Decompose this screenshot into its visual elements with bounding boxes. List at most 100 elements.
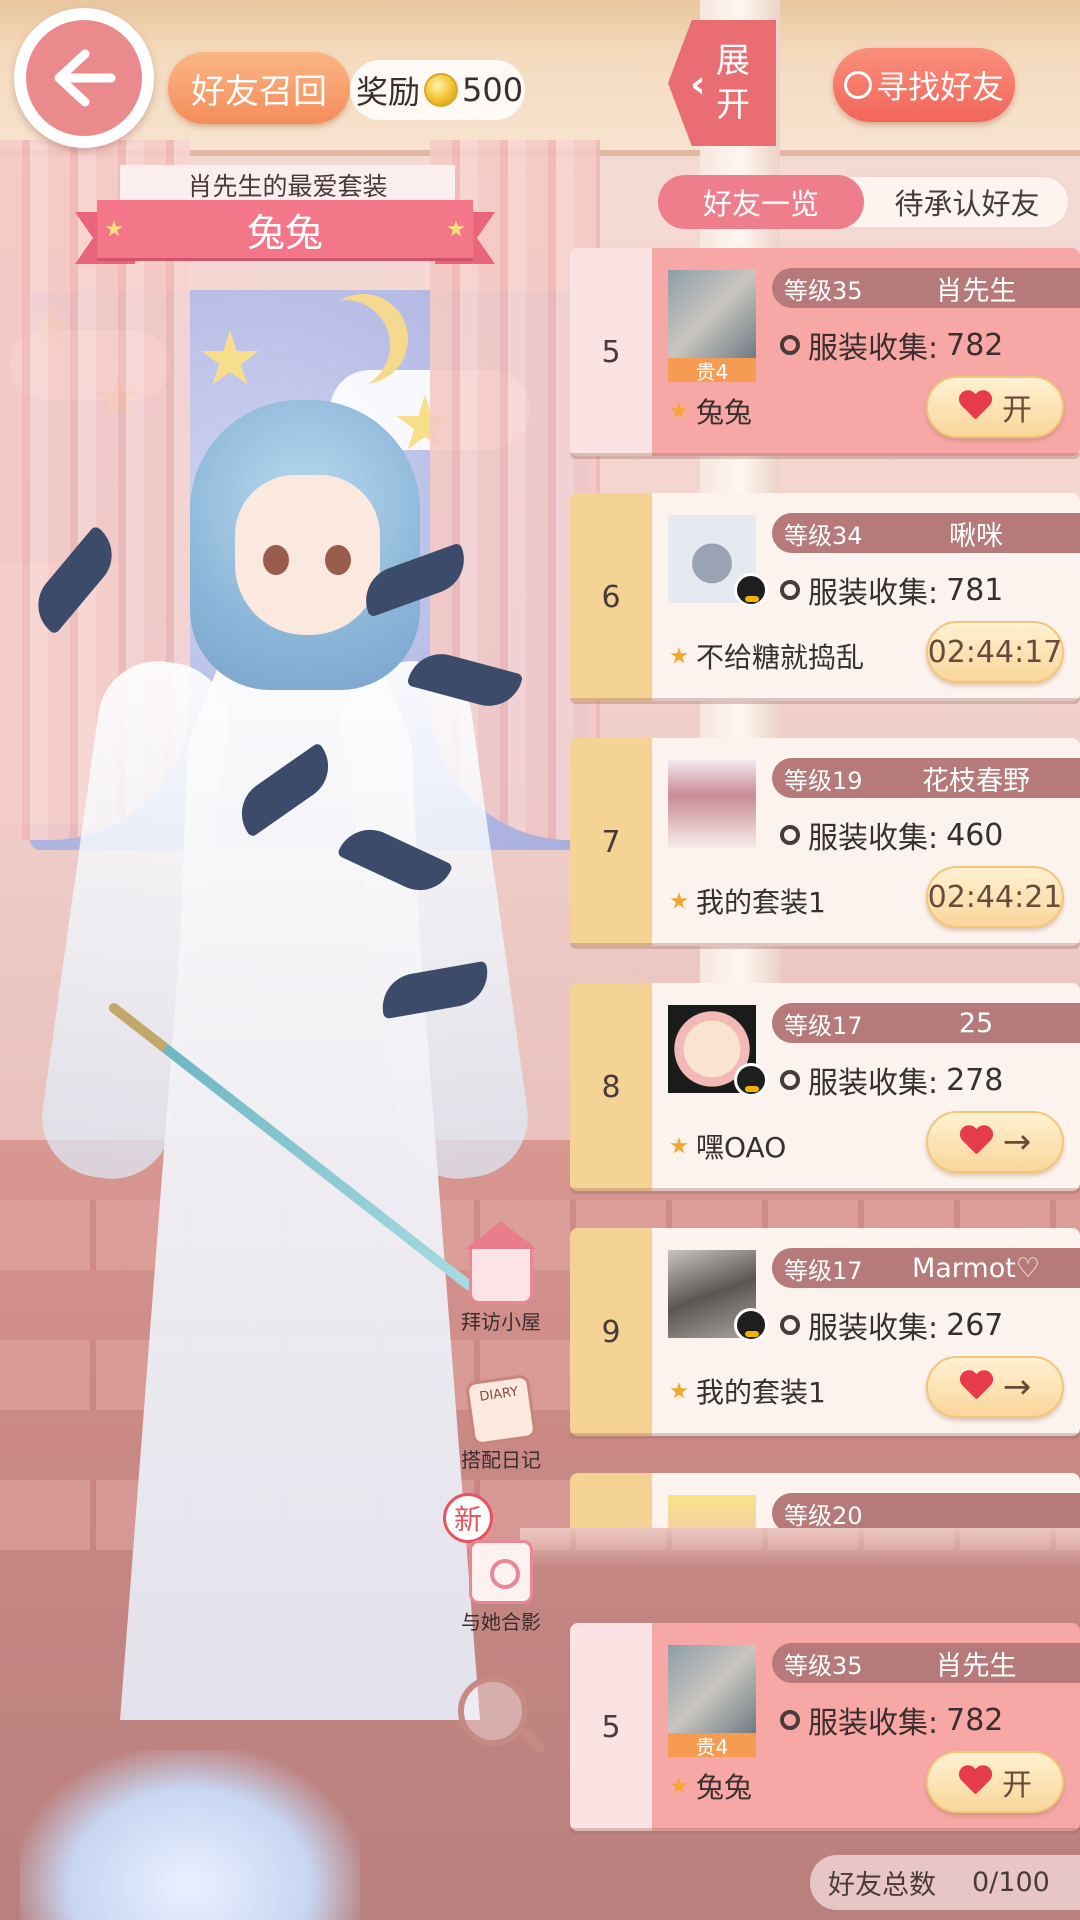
cooldown-timer-button[interactable]: 02:44:21	[926, 866, 1064, 928]
diary-button[interactable]: DIARY 搭配日记	[446, 1373, 556, 1473]
collection-count: 782	[946, 1702, 1004, 1738]
friend-rank: 9	[570, 1228, 652, 1436]
search-icon	[843, 71, 872, 99]
friend-level-bar: 等级19 花枝春野	[772, 758, 1080, 798]
friend-level-bar: 等级35 肖先生	[772, 268, 1080, 308]
cooldown-timer-button[interactable]: 02:44:17	[926, 621, 1064, 683]
suit-row: 我的套装1	[670, 1371, 826, 1411]
friend-total-value: 0/100	[972, 1867, 1050, 1898]
moon-decoration	[300, 300, 390, 390]
hanger-icon	[780, 825, 800, 845]
back-arrow-icon	[26, 20, 142, 136]
friend-card[interactable]: 9 等级17 Marmot♡ 服装收集: 267 我的套装1 →	[570, 1228, 1080, 1439]
card-shadow	[570, 453, 1080, 459]
friend-tabs: 好友一览 待承认好友	[658, 175, 1070, 229]
tab-friend-list[interactable]: 好友一览	[658, 175, 864, 229]
friend-rank: 8	[570, 983, 652, 1191]
friend-total-bar: 好友总数 0/100	[810, 1855, 1080, 1910]
suit-row: 嘿OAO	[670, 1126, 786, 1166]
friend-card[interactable]: 5 贵4 等级35 肖先生 服装收集: 782 兔兔 开	[570, 248, 1080, 459]
friend-card[interactable]: 等级20	[570, 1473, 1080, 1528]
hanger-icon	[780, 1070, 800, 1090]
suit-name: 兔兔	[696, 1771, 753, 1804]
collection-row: 服装收集: 781	[780, 568, 1003, 612]
magpie	[24, 525, 126, 635]
self-card[interactable]: 5 贵4 等级35 肖先生 服装收集: 782 兔兔 开	[570, 1623, 1080, 1834]
collection-row: 服装收集: 278	[780, 1058, 1003, 1102]
collection-label: 服装收集:	[808, 1311, 939, 1346]
suit-name: 兔兔	[696, 396, 753, 429]
friend-card[interactable]: 8 等级17 25 服装收集: 278 嘿OAO →	[570, 983, 1080, 1194]
vip-badge: 贵4	[668, 1733, 756, 1759]
friend-level-bar: 等级17 25	[772, 1003, 1080, 1043]
list-fade	[520, 1528, 1080, 1568]
friend-avatar[interactable]	[668, 270, 756, 358]
star-icon	[670, 1382, 688, 1399]
card-shadow	[570, 1188, 1080, 1194]
diary-icon: DIARY	[464, 1373, 538, 1447]
friend-name: 肖先生	[935, 275, 1017, 307]
collection-label: 服装收集:	[808, 1066, 939, 1101]
suit-name: 我的套装1	[696, 886, 826, 919]
heart-icon	[959, 1126, 993, 1158]
star-icon	[670, 1777, 688, 1794]
like-visit-button[interactable]: →	[926, 1111, 1064, 1173]
star-icon	[670, 1137, 688, 1154]
self-rank: 5	[570, 1623, 652, 1831]
star-icon	[670, 892, 688, 909]
visit-house-button[interactable]: 拜访小屋	[446, 1240, 556, 1335]
star-icon	[670, 647, 688, 664]
friend-total-label: 好友总数	[828, 1870, 936, 1901]
photo-button[interactable]: 与她合影	[446, 1540, 556, 1635]
zoom-search-icon[interactable]	[458, 1676, 528, 1746]
vip-badge: 贵4	[668, 358, 756, 384]
back-button[interactable]	[14, 8, 154, 148]
suit-name: 嘿OAO	[696, 1131, 787, 1164]
character-eye	[263, 545, 289, 575]
friend-card[interactable]: 7 等级19 花枝春野 服装收集: 460 我的套装1 02:44:21	[570, 738, 1080, 949]
collection-count: 278	[946, 1062, 1004, 1098]
collection-count: 267	[946, 1307, 1004, 1343]
card-shadow	[570, 698, 1080, 704]
friend-recall-button[interactable]: 好友召回	[168, 52, 350, 124]
star-icon	[670, 402, 688, 419]
hanger-icon	[780, 335, 800, 355]
friend-avatar[interactable]	[668, 1495, 756, 1528]
friend-card[interactable]: 6 等级34 啾咪 服装收集: 781 不给糖就捣乱 02:44:17	[570, 493, 1080, 704]
friend-name: 花枝春野	[922, 765, 1030, 797]
self-avatar[interactable]	[668, 1645, 756, 1733]
reward-amount: 500	[462, 71, 524, 109]
qq-penguin-icon	[734, 1063, 768, 1097]
friend-rank: 5	[570, 248, 652, 456]
like-button[interactable]: 开	[926, 376, 1064, 438]
friend-avatar[interactable]	[668, 760, 756, 848]
hanger-icon	[780, 1710, 800, 1730]
like-button[interactable]: 开	[926, 1751, 1064, 1813]
suit-row: 兔兔	[670, 1766, 752, 1806]
collection-row: 服装收集: 267	[780, 1303, 1003, 1347]
friend-list[interactable]: 5 贵4 等级35 肖先生 服装收集: 782 兔兔 开 6 等级34 啾咪 服…	[570, 248, 1080, 1528]
like-button-label: 开	[1002, 1768, 1032, 1803]
friend-rank	[570, 1473, 652, 1528]
card-shadow	[570, 1828, 1080, 1834]
suit-name: 我的套装1	[696, 1376, 826, 1409]
new-badge: 新	[443, 1493, 493, 1543]
friend-level-bar: 等级20	[772, 1493, 1080, 1528]
qq-penguin-icon	[734, 573, 768, 607]
collection-row: 服装收集: 782	[780, 1698, 1003, 1742]
reward-label: 奖励	[356, 73, 421, 111]
find-friend-button[interactable]: 寻找好友	[833, 48, 1015, 122]
like-visit-button[interactable]: →	[926, 1356, 1064, 1418]
character-eye	[325, 545, 351, 575]
arrow-right-icon: →	[1002, 1367, 1032, 1407]
diary-cover-text: DIARY	[478, 1384, 520, 1405]
collection-row: 服装收集: 782	[780, 323, 1003, 367]
qq-penguin-icon	[734, 1308, 768, 1342]
lotus-decoration	[20, 1750, 360, 1920]
friend-level: 等级17	[784, 1011, 863, 1040]
collection-count: 782	[946, 327, 1004, 363]
find-friend-label: 寻找好友	[875, 68, 1004, 106]
tab-pending-friends[interactable]: 待承认好友	[864, 175, 1070, 229]
friend-level: 等级19	[784, 766, 863, 795]
like-button-label: 开	[1002, 393, 1032, 428]
